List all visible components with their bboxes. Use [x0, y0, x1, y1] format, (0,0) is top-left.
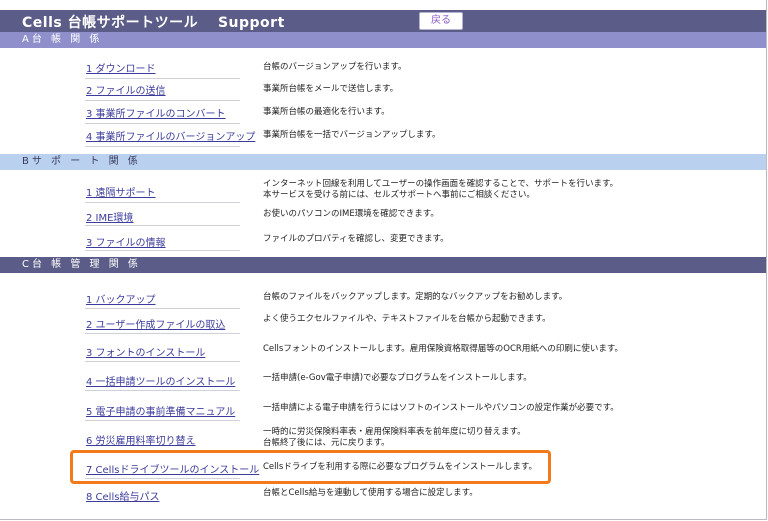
link-cells-payroll-path[interactable]: 8 Cells給与パス — [86, 488, 159, 503]
desc-version-up: 事業所台帳を一括でバージョンアップします。 — [263, 130, 441, 140]
link-rate-switch[interactable]: 6 労災雇用料率切り替え — [86, 432, 196, 447]
title-bar: Cells 台帳サポートツール Support 戻る — [0, 10, 766, 32]
desc-backup: 台帳のファイルをバックアップします。定期的なバックアップをお勧めします。 — [263, 292, 568, 302]
link-font-install[interactable]: 3 フォントのインストール — [86, 344, 205, 359]
link-e-application-manual[interactable]: 5 電子申請の事前準備マニュアル — [86, 403, 235, 418]
divider — [85, 361, 240, 362]
back-button[interactable]: 戻る — [419, 12, 463, 30]
section-header-c: C台 帳 管 理 関 係 — [0, 257, 766, 273]
section-header-b: Bサ ポ ー ト 関 係 — [0, 154, 766, 170]
desc-rate-switch-2: 台帳終了後には、元に戻ります。 — [263, 438, 390, 448]
divider — [85, 250, 240, 251]
link-bulk-tool-install[interactable]: 4 一括申請ツールのインストール — [86, 373, 235, 388]
desc-file-info: ファイルのプロパティを確認し、変更できます。 — [263, 234, 449, 244]
desc-remote-support-1: インターネット回線を利用してユーザーの操作画面を確認することで、サポートを行いま… — [263, 179, 619, 189]
link-version-up[interactable]: 4 事業所ファイルのバージョンアップ — [86, 128, 255, 143]
link-backup[interactable]: 1 バックアップ — [86, 291, 156, 306]
divider — [85, 225, 240, 226]
link-remote-support[interactable]: 1 遠隔サポート — [86, 184, 156, 199]
desc-convert: 事業所台帳の最適化を行います。 — [263, 107, 390, 117]
divider — [85, 123, 240, 124]
link-file-send[interactable]: 2 ファイルの送信 — [86, 82, 166, 97]
section-header-a: A台 帳 関 係 — [0, 32, 766, 48]
divider — [85, 308, 240, 309]
desc-bulk-tool-install: 一括申請(e-Gov電子申請)で必要なプログラムをインストールします。 — [263, 373, 532, 383]
desc-user-file-import: よく使うエクセルファイルや、テキストファイルを台帳から起動できます。 — [263, 314, 551, 324]
divider — [85, 78, 240, 79]
link-download[interactable]: 1 ダウンロード — [86, 60, 156, 75]
link-user-file-import[interactable]: 2 ユーザー作成ファイルの取込 — [86, 316, 225, 331]
desc-rate-switch-1: 一時的に労災保険料率表・雇用保険料率表を前年度に切り替えます。 — [263, 427, 526, 437]
divider — [85, 202, 240, 203]
link-file-info[interactable]: 3 ファイルの情報 — [86, 234, 166, 249]
app-title: Cells 台帳サポートツール Support — [22, 15, 285, 31]
divider — [85, 333, 240, 334]
link-convert[interactable]: 3 事業所ファイルのコンバート — [86, 105, 226, 120]
desc-ime: お使いのパソコンのIME環境を確認できます。 — [263, 209, 439, 219]
divider — [85, 146, 240, 147]
desc-font-install: Cellsフォントのインストールします。雇用保険資格取得届等のOCR用紙への印刷… — [263, 344, 623, 354]
desc-file-send: 事業所台帳をメールで送信します。 — [263, 84, 399, 94]
desc-cells-payroll-path: 台帳とCells給与を連動して使用する場合に設定します。 — [263, 488, 478, 498]
divider — [85, 100, 240, 101]
link-ime[interactable]: 2 IME環境 — [86, 209, 133, 224]
divider — [85, 420, 240, 421]
desc-remote-support-2: 本サービスを受ける前には、セルズサポートへ事前にご相談ください。 — [263, 190, 535, 200]
highlight-box — [70, 450, 551, 484]
desc-download: 台帳のバージョンアップを行います。 — [263, 62, 407, 72]
desc-e-application-manual: 一括申請による電子申請を行うにはソフトのインストールやパソコンの設定作業が必要で… — [263, 403, 619, 413]
divider — [85, 390, 240, 391]
